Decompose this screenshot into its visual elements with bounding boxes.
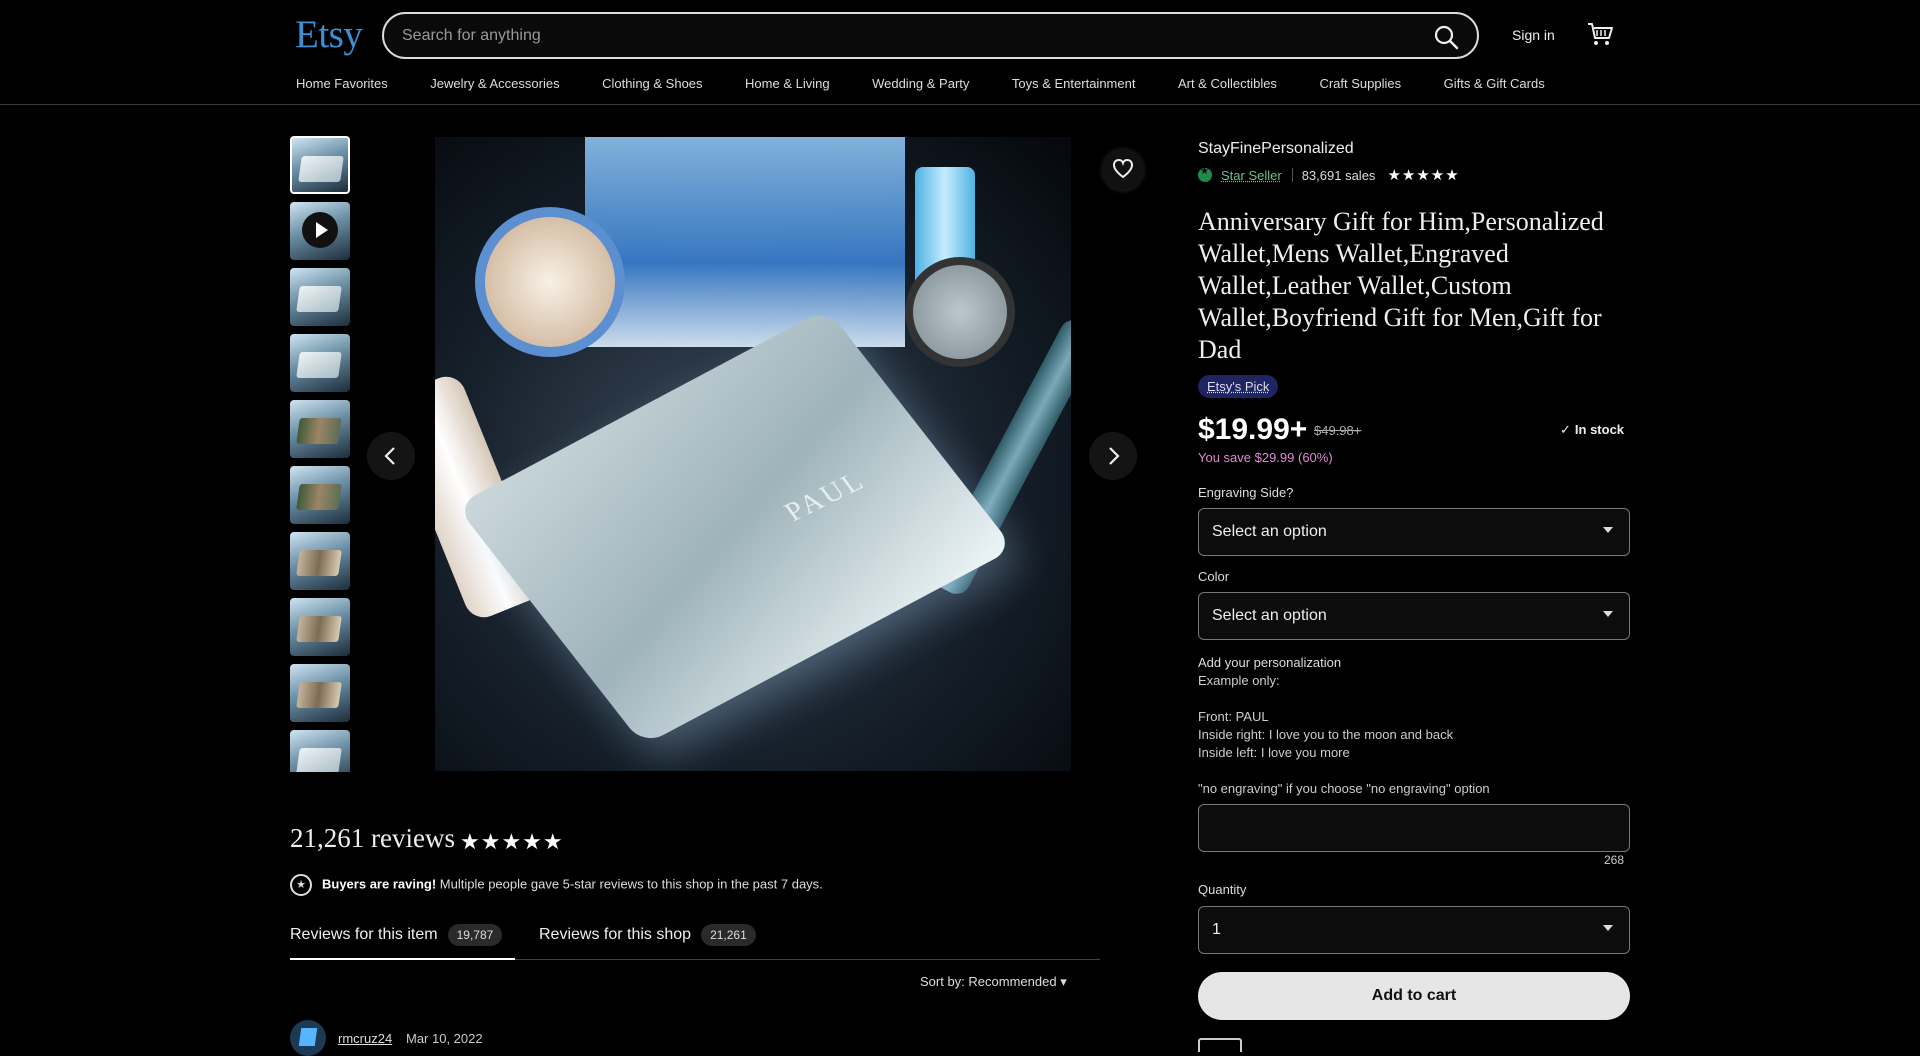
personalization-example: Example only: Front: PAUL Inside right: … (1198, 673, 1490, 796)
cart-icon[interactable] (1586, 20, 1614, 48)
reviewer-avatar[interactable] (290, 1020, 326, 1056)
previous-image-button[interactable] (367, 432, 415, 480)
caret-down-icon (1603, 925, 1613, 931)
caret-down-icon (1603, 527, 1613, 533)
reviews-star-rating: ★★★★★ (460, 829, 564, 854)
sort-label: Sort by: Recommended (920, 974, 1057, 989)
active-tab-indicator (290, 958, 515, 960)
category-link[interactable]: Clothing & Shoes (602, 76, 702, 91)
thumbnail-strip (290, 136, 350, 772)
category-link[interactable]: Wedding & Party (872, 76, 969, 91)
engraving-label: Engraving Side? (1198, 485, 1294, 500)
wallet-engraving: PAUL (778, 465, 872, 528)
add-to-cart-button[interactable]: Add to cart (1198, 972, 1630, 1020)
search-icon[interactable] (1433, 24, 1459, 50)
favorite-button[interactable] (1102, 148, 1144, 190)
personalization-instructions: Add your personalization Example only: F… (1198, 654, 1638, 798)
category-link[interactable]: Jewelry & Accessories (430, 76, 559, 91)
shop-star-rating[interactable]: ★★★★★ (1387, 166, 1459, 184)
play-icon (302, 212, 338, 248)
thumbnail[interactable] (290, 136, 350, 194)
reviewer-name[interactable]: rmcruz24 (338, 1031, 392, 1046)
color-label: Color (1198, 569, 1230, 584)
check-icon: ✓ (1560, 422, 1571, 437)
chevron-right-icon (1109, 447, 1120, 465)
tab-reviews-shop[interactable]: Reviews for this shop 21,261 (539, 924, 756, 946)
thumbnail[interactable] (290, 334, 350, 392)
thumbnail[interactable] (290, 466, 350, 524)
image-sunglasses (475, 207, 625, 357)
thumbnail[interactable] (290, 532, 350, 590)
category-link[interactable]: Home & Living (745, 76, 830, 91)
savings-text: You save $29.99 (60%) (1198, 450, 1333, 465)
review-date: Mar 10, 2022 (406, 1031, 483, 1046)
buyers-raving-banner: ★ Buyers are raving! Multiple people gave… (290, 874, 823, 896)
sales-count: 83,691 sales (1301, 167, 1376, 183)
site-header: Etsy Sign in Home Favorites Jewelry & Ac… (0, 0, 1920, 105)
seller-info: Star Seller 83,691 sales ★★★★★ (1198, 166, 1460, 184)
image-blue-box (585, 137, 905, 347)
caret-down-icon: ▾ (1060, 974, 1067, 989)
character-count: 268 (1604, 853, 1625, 867)
quantity-value: 1 (1212, 921, 1221, 938)
stock-label: In stock (1574, 422, 1625, 437)
caret-down-icon (1603, 611, 1613, 617)
raving-bold: Buyers are raving! (322, 876, 437, 892)
image-wallet: PAUL (455, 308, 1015, 746)
thumbnail[interactable] (290, 400, 350, 458)
divider (1291, 168, 1293, 182)
sort-dropdown[interactable]: Sort by: Recommended ▾ (920, 974, 1067, 990)
thumbnail[interactable] (290, 664, 350, 722)
tab-count: 19,787 (447, 924, 503, 946)
engraving-value: Select an option (1212, 523, 1327, 540)
etsys-pick-badge[interactable]: Etsy's Pick (1198, 375, 1279, 398)
search-input[interactable] (402, 24, 1402, 48)
star-seller-icon (1198, 166, 1212, 182)
main-product-image[interactable]: PAUL (435, 137, 1071, 771)
category-link[interactable]: Gifts & Gift Cards (1444, 76, 1545, 91)
sign-in-link[interactable]: Sign in (1512, 27, 1555, 43)
thumbnail[interactable] (290, 598, 350, 656)
category-link[interactable]: Craft Supplies (1319, 76, 1401, 91)
shop-name[interactable]: StayFinePersonalized (1198, 140, 1354, 158)
color-value: Select an option (1212, 607, 1327, 624)
etsy-logo[interactable]: Etsy (295, 12, 363, 57)
star-badge-icon: ★ (290, 874, 312, 896)
tab-label: Reviews for this item (290, 926, 438, 943)
tab-count: 21,261 (701, 924, 756, 946)
heart-icon (1112, 158, 1134, 179)
reviews-tabs: Reviews for this item 19,787 Reviews for … (290, 918, 1100, 960)
price: $19.99+ (1198, 413, 1308, 446)
tab-label: Reviews for this shop (539, 926, 692, 943)
original-price: $49.98+ (1314, 423, 1362, 438)
video-thumbnail[interactable] (290, 202, 350, 260)
quantity-select[interactable]: 1 (1198, 906, 1630, 954)
category-nav: Home Favorites Jewelry & Accessories Clo… (296, 76, 1587, 91)
image-watch (905, 257, 1015, 367)
category-link[interactable]: Art & Collectibles (1178, 76, 1277, 91)
reviews-heading: 21,261 reviews (290, 823, 455, 853)
personalization-textarea[interactable] (1198, 804, 1630, 852)
star-seller-label[interactable]: Star Seller (1221, 168, 1282, 183)
personalization-title: Add your personalization (1198, 655, 1342, 670)
quantity-label: Quantity (1198, 882, 1247, 897)
listing-title: Anniversary Gift for Him,Personalized Wa… (1198, 207, 1604, 364)
raving-text: Multiple people gave 5-star reviews to t… (439, 876, 823, 892)
tab-reviews-item[interactable]: Reviews for this item 19,787 (290, 924, 503, 946)
engraving-select[interactable]: Select an option (1198, 508, 1630, 556)
next-image-button[interactable] (1089, 432, 1137, 480)
category-link[interactable]: Home Favorites (296, 76, 388, 91)
thumbnail[interactable] (290, 268, 350, 326)
thumbnail[interactable] (290, 730, 350, 772)
category-link[interactable]: Toys & Entertainment (1012, 76, 1136, 91)
stock-status: ✓ In stock (1560, 422, 1624, 438)
chevron-left-icon (384, 447, 395, 465)
search-bar[interactable] (382, 12, 1479, 59)
color-select[interactable]: Select an option (1198, 592, 1630, 640)
